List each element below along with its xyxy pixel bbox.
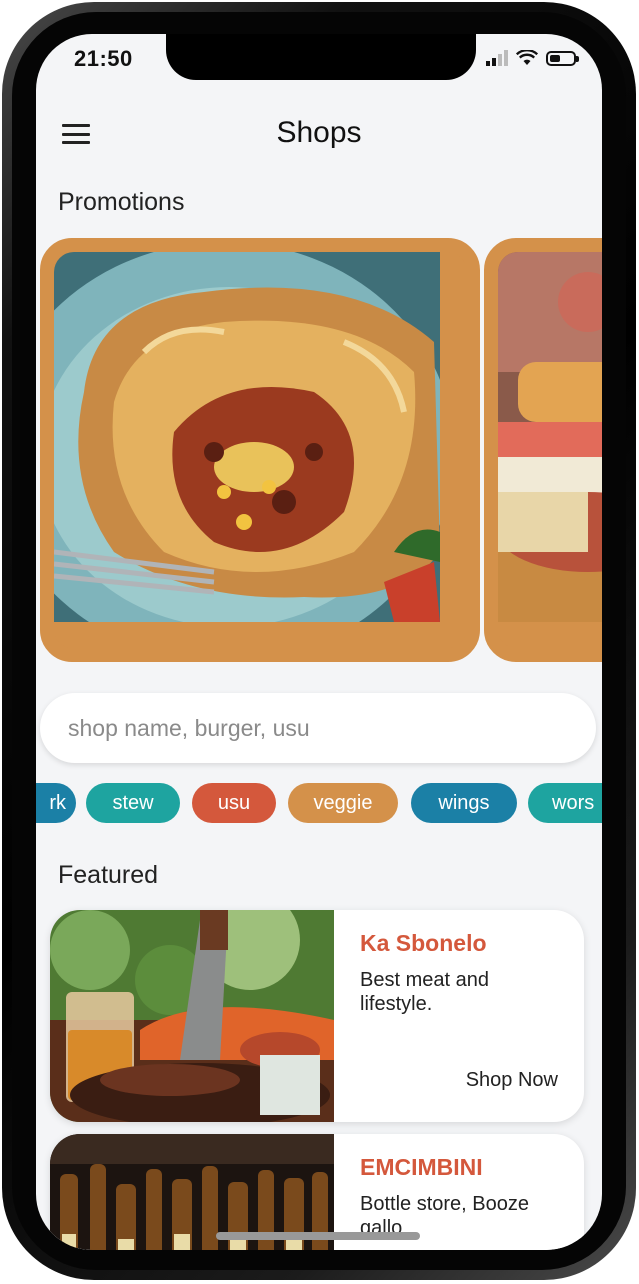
search-field[interactable] bbox=[40, 693, 596, 763]
chip-label: veggie bbox=[313, 791, 373, 814]
chip-label: usu bbox=[217, 791, 251, 814]
app-bar: Shops bbox=[36, 104, 602, 164]
category-chip[interactable]: stew bbox=[86, 783, 180, 823]
chip-label: rk bbox=[49, 791, 66, 814]
category-chip[interactable]: usu bbox=[192, 783, 276, 823]
shop-now-button[interactable]: Shop Now bbox=[466, 1069, 558, 1092]
shop-description: Best meat and lifestyle. bbox=[360, 969, 489, 1015]
chip-label: stew bbox=[112, 791, 154, 814]
wifi-icon bbox=[516, 50, 538, 65]
home-indicator[interactable] bbox=[216, 1232, 420, 1240]
category-chip[interactable]: wors bbox=[528, 783, 602, 823]
battery-icon bbox=[546, 50, 579, 66]
signal-icon bbox=[486, 50, 508, 66]
category-chip[interactable]: wings bbox=[411, 783, 517, 823]
page-title: Shops bbox=[276, 116, 362, 149]
promo-card[interactable] bbox=[40, 238, 480, 662]
search-input[interactable] bbox=[66, 713, 570, 743]
app-screen: 21:50 Shops Promotions shop name, burger… bbox=[36, 34, 602, 1250]
shop-card[interactable]: Ka Sbonelo Best meat and lifestyle. Shop… bbox=[50, 910, 584, 1122]
sandwich-food-photo bbox=[498, 252, 602, 648]
notch bbox=[166, 34, 476, 80]
shop-name: Ka Sbonelo bbox=[360, 930, 487, 956]
promotions-title: Promotions bbox=[58, 188, 185, 216]
chip-label: wings bbox=[438, 791, 490, 814]
status-time: 21:50 bbox=[74, 46, 133, 71]
category-chip[interactable]: rk bbox=[36, 783, 76, 823]
shop-name: EMCIMBINI bbox=[360, 1154, 483, 1180]
featured-title: Featured bbox=[58, 861, 159, 889]
promo-card[interactable] bbox=[484, 238, 602, 662]
category-chip[interactable]: veggie bbox=[288, 783, 398, 823]
pie-food-photo bbox=[54, 252, 466, 648]
status-icons bbox=[486, 50, 579, 66]
chip-label: wors bbox=[552, 791, 595, 814]
braai-meat-photo bbox=[50, 910, 334, 1122]
category-chips: rk stew usu veggie wings wors bbox=[36, 783, 602, 825]
